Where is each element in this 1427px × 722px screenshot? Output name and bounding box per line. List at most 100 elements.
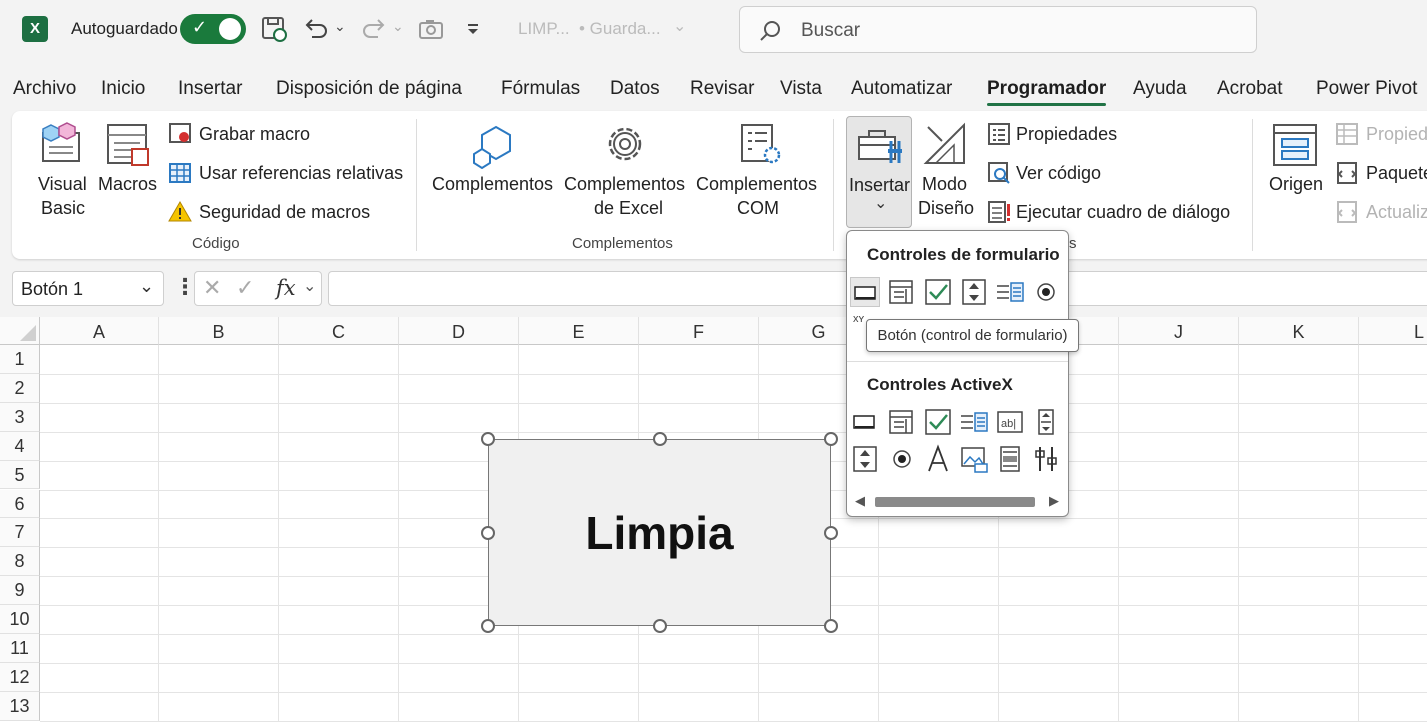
row-header-7[interactable]: 7 <box>0 518 40 548</box>
tab-power-pivot[interactable]: Power Pivot <box>1316 78 1417 100</box>
insertar-dropdown-icon: ⌄ <box>874 195 888 212</box>
seguridad-macros-button[interactable]: Seguridad de macros <box>168 200 408 226</box>
column-header-f[interactable]: F <box>639 317 759 345</box>
form-checkbox-icon[interactable] <box>923 277 953 307</box>
activex-spin-button-icon[interactable] <box>850 444 880 474</box>
menu-scrollbar[interactable]: ◀ ▶ <box>853 493 1063 509</box>
tab-ayuda[interactable]: Ayuda <box>1133 78 1187 100</box>
activex-button-icon[interactable] <box>850 407 880 437</box>
insertar-control-button[interactable]: Insertar ⌄ <box>846 116 912 228</box>
tab-inicio[interactable]: Inicio <box>101 78 145 100</box>
origen-button[interactable]: Origen <box>1264 119 1328 199</box>
activex-checkbox-icon[interactable] <box>923 407 953 437</box>
row-header-11[interactable]: 11 <box>0 634 40 663</box>
activex-toggle-button-icon[interactable] <box>995 444 1025 474</box>
column-header-e[interactable]: E <box>519 317 639 345</box>
grabar-macro-button[interactable]: Grabar macro <box>168 122 408 148</box>
column-header-l[interactable]: L <box>1359 317 1427 345</box>
customize-toolbar-icon[interactable] <box>465 21 481 37</box>
tab-programador[interactable]: Programador <box>987 78 1107 106</box>
resize-handle-nw[interactable] <box>481 432 495 446</box>
scroll-left-icon[interactable]: ◀ <box>855 493 865 509</box>
row-header-10[interactable]: 10 <box>0 605 40 634</box>
autosave-toggle[interactable]: ✓ <box>180 14 246 44</box>
paquetes-expansion-button[interactable]: Paquete <box>1335 161 1427 187</box>
row-header-8[interactable]: 8 <box>0 547 40 577</box>
column-header-j[interactable]: J <box>1119 317 1239 345</box>
limpia-form-button[interactable]: Limpia <box>488 439 831 626</box>
activex-combo-box-icon[interactable] <box>887 407 917 437</box>
document-title[interactable]: LIMP... <box>518 19 570 39</box>
complementos-button[interactable]: Complementos <box>432 119 554 199</box>
tab-disposicion[interactable]: Disposición de página <box>276 78 462 100</box>
tab-formulas[interactable]: Fórmulas <box>501 78 580 100</box>
scroll-right-icon[interactable]: ▶ <box>1049 493 1059 509</box>
tab-vista[interactable]: Vista <box>780 78 822 100</box>
resize-handle-s[interactable] <box>653 619 667 633</box>
activex-text-box-icon[interactable]: ab| <box>995 407 1025 437</box>
row-header-4[interactable]: 4 <box>0 431 40 461</box>
resize-handle-sw[interactable] <box>481 619 495 633</box>
visual-basic-button[interactable]: Visual Basic <box>30 119 92 219</box>
title-dropdown-icon[interactable]: ⌄ <box>673 16 686 36</box>
resize-handle-se[interactable] <box>824 619 838 633</box>
form-option-button-icon[interactable] <box>1031 277 1061 307</box>
column-header-k[interactable]: K <box>1239 317 1359 345</box>
cancel-icon[interactable]: ✕ <box>203 275 221 301</box>
scroll-thumb[interactable] <box>875 497 1035 507</box>
usar-referencias-button[interactable]: Usar referencias relativas <box>168 161 408 187</box>
row-header-1[interactable]: 1 <box>0 345 40 374</box>
form-button-control-icon[interactable] <box>850 277 880 307</box>
form-list-box-icon[interactable] <box>995 277 1025 307</box>
name-box-dropdown-icon[interactable]: ⌄ <box>139 276 154 297</box>
resize-handle-n[interactable] <box>653 432 667 446</box>
select-all-corner[interactable] <box>0 317 40 345</box>
activex-option-button-icon[interactable] <box>887 444 917 474</box>
resize-handle-ne[interactable] <box>824 432 838 446</box>
activex-image-icon[interactable] <box>959 444 989 474</box>
design-mode-icon <box>923 122 965 164</box>
tab-insertar[interactable]: Insertar <box>178 78 242 100</box>
row-header-13[interactable]: 13 <box>0 691 40 721</box>
activex-more-controls-icon[interactable] <box>1031 444 1061 474</box>
activex-label-icon[interactable] <box>923 444 953 474</box>
activex-scroll-bar-icon[interactable] <box>1031 407 1061 437</box>
tab-acrobat[interactable]: Acrobat <box>1217 78 1282 100</box>
row-header-5[interactable]: 5 <box>0 460 40 490</box>
activex-list-box-icon[interactable] <box>959 407 989 437</box>
undo-icon[interactable] <box>302 15 330 43</box>
excel-logo-icon[interactable]: X <box>22 16 48 42</box>
form-spin-button-icon[interactable] <box>959 277 989 307</box>
column-header-c[interactable]: C <box>279 317 399 345</box>
column-header-b[interactable]: B <box>159 317 279 345</box>
column-header-a[interactable]: A <box>40 317 159 345</box>
tab-datos[interactable]: Datos <box>610 78 660 100</box>
tab-revisar[interactable]: Revisar <box>690 78 754 100</box>
row-header-6[interactable]: 6 <box>0 489 40 519</box>
resize-handle-w[interactable] <box>481 526 495 540</box>
ver-codigo-button[interactable]: Ver código <box>987 161 1247 187</box>
name-box[interactable]: Botón 1 ⌄ <box>12 271 164 306</box>
column-header-d[interactable]: D <box>399 317 519 345</box>
tab-automatizar[interactable]: Automatizar <box>851 78 952 100</box>
function-dropdown-icon[interactable]: ⌄ <box>303 276 316 296</box>
resize-handle-e[interactable] <box>824 526 838 540</box>
complementos-excel-button[interactable]: Complementos de Excel <box>564 119 688 223</box>
undo-dropdown-icon[interactable]: ⌄ <box>334 18 346 35</box>
save-icon[interactable] <box>260 15 288 43</box>
row-header-9[interactable]: 9 <box>0 576 40 606</box>
row-header-2[interactable]: 2 <box>0 373 40 403</box>
search-box[interactable]: Buscar <box>739 6 1257 53</box>
propiedades-button[interactable]: Propiedades <box>987 122 1247 148</box>
form-combo-box-icon[interactable] <box>887 277 917 307</box>
more-options-icon[interactable]: ⋮ <box>174 274 196 300</box>
insert-function-icon[interactable]: fx <box>276 276 296 300</box>
ejecutar-dialogo-button[interactable]: Ejecutar cuadro de diálogo <box>987 200 1247 226</box>
row-header-3[interactable]: 3 <box>0 402 40 432</box>
complementos-com-button[interactable]: Complementos COM <box>696 119 820 223</box>
tab-archivo[interactable]: Archivo <box>13 78 76 100</box>
modo-diseno-button[interactable]: Modo Diseño <box>916 119 976 223</box>
enter-icon[interactable]: ✓ <box>236 275 254 301</box>
row-header-12[interactable]: 12 <box>0 662 40 692</box>
macros-button[interactable]: Macros <box>96 119 158 199</box>
